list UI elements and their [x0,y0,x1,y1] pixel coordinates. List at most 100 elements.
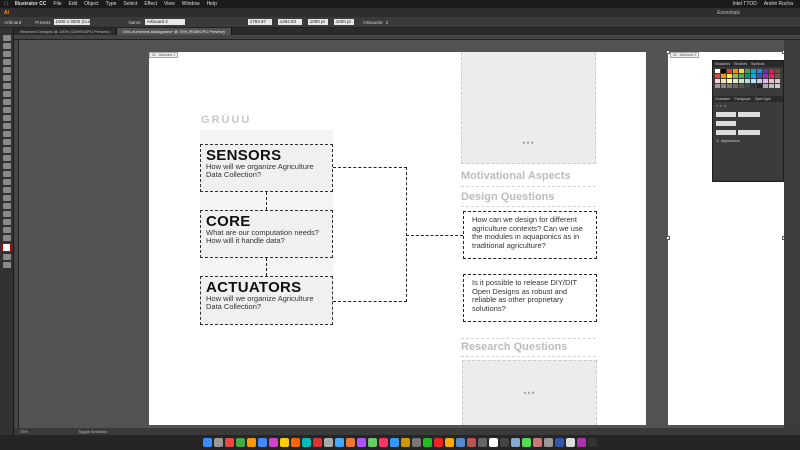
swatch[interactable] [769,69,774,73]
dock-app-icon[interactable] [522,438,531,447]
x-input[interactable]: 1793.97 pt [247,19,272,25]
rotate-tool[interactable] [2,115,11,121]
module-core[interactable]: CORE What are our computation needs? How… [200,210,333,258]
symbol-sprayer-tool[interactable] [2,195,11,201]
tab-opentype[interactable]: OpenType [753,96,773,102]
free-transform-tool[interactable] [2,139,11,145]
swatch[interactable] [739,79,744,83]
swatch[interactable] [775,74,780,78]
space-before-field[interactable] [716,130,736,135]
align-right-icon[interactable]: ≡ [724,104,726,108]
workspace-switcher[interactable]: Essentials [717,10,740,16]
question-card-2[interactable]: Is it possible to release DIY/DIT Open D… [463,274,597,322]
swatch[interactable] [715,84,720,88]
swatch[interactable] [715,74,720,78]
dock-app-icon[interactable] [291,438,300,447]
question-card-1[interactable]: How can we design for different agricult… [463,211,597,259]
column-graph-tool[interactable] [2,203,11,209]
swatch[interactable] [757,84,762,88]
dock-app-icon[interactable] [434,438,443,447]
swatch[interactable] [721,69,726,73]
dock-app-icon[interactable] [478,438,487,447]
swatch[interactable] [727,69,732,73]
dock-app-icon[interactable] [544,438,553,447]
swatch[interactable] [727,84,732,88]
swatch[interactable] [721,84,726,88]
swatch[interactable] [775,79,780,83]
dock-app-icon[interactable] [368,438,377,447]
menu-edit[interactable]: Edit [68,1,77,7]
drawing-modes-icon[interactable] [2,254,11,260]
gradient-tool[interactable] [2,171,11,177]
dock-app-icon[interactable] [236,438,245,447]
swatch[interactable] [751,84,756,88]
dock-app-icon[interactable] [258,438,267,447]
swatch[interactable] [745,74,750,78]
first-line-indent-field[interactable] [716,121,736,126]
swatch[interactable] [763,84,768,88]
line-tool[interactable] [2,75,11,81]
swatch[interactable] [733,79,738,83]
shape-builder-tool[interactable] [2,147,11,153]
swatch[interactable] [763,74,768,78]
swatch[interactable] [727,74,732,78]
menu-object[interactable]: Object [84,1,98,7]
dock-app-icon[interactable] [467,438,476,447]
swatch[interactable] [751,79,756,83]
artboard-2-label[interactable]: 02 - Artboard 2 [670,52,700,58]
dock-app-icon[interactable] [533,438,542,447]
placeholder-block-bottom[interactable]: ••• [462,360,597,425]
dock-app-icon[interactable] [346,438,355,447]
dock-app-icon[interactable] [357,438,366,447]
menu-select[interactable]: Select [123,1,137,7]
swatch[interactable] [745,84,750,88]
swatch[interactable] [733,84,738,88]
preset-select[interactable]: 1000 x 3000 (Custom) [53,19,90,25]
swatch[interactable] [757,74,762,78]
dock-app-icon[interactable] [423,438,432,447]
artboard-1-label[interactable]: 01 - Artboard 1 [149,52,179,58]
dock-app-icon[interactable] [247,438,256,447]
apple-icon[interactable]:  [4,1,8,7]
hyphenate-checkbox[interactable]: ☑ [716,139,719,143]
dock-app-icon[interactable] [566,438,575,447]
dock-app-icon[interactable] [401,438,410,447]
dock-app-icon[interactable] [269,438,278,447]
artboard-tool[interactable] [2,211,11,217]
left-indent-field[interactable] [716,112,736,117]
tab-paragraph[interactable]: Paragraph [732,96,752,102]
swatch[interactable] [739,74,744,78]
rectangle-tool[interactable] [2,83,11,89]
align-center-icon[interactable]: ≡ [720,104,722,108]
tab-research-designs[interactable]: Research Designs @ 100% (CMYK/GPU Previe… [14,28,117,35]
tab-swatches[interactable]: Swatches [713,61,732,67]
swatch[interactable] [763,69,768,73]
h-input[interactable]: 1000 pt [333,19,354,25]
swatch[interactable] [769,84,774,88]
swatch[interactable] [715,69,720,73]
dock-app-icon[interactable] [445,438,454,447]
slice-tool[interactable] [2,219,11,225]
swatch[interactable] [745,79,750,83]
menu-type[interactable]: Type [106,1,117,7]
perspective-grid-tool[interactable] [2,155,11,161]
swatch[interactable] [739,69,744,73]
dock-app-icon[interactable] [588,438,597,447]
scale-tool[interactable] [2,123,11,129]
menu-file[interactable]: File [53,1,61,7]
magic-wand-tool[interactable] [2,51,11,57]
eraser-tool[interactable] [2,107,11,113]
module-actuators[interactable]: ACTUATORS How will we organize Agricultu… [200,276,333,325]
swatch[interactable] [721,74,726,78]
user-name[interactable]: André Rocha [764,1,793,7]
dock-app-icon[interactable] [577,438,586,447]
width-tool[interactable] [2,131,11,137]
pencil-tool[interactable] [2,99,11,105]
tab-grid-of-interest[interactable]: Grid-of-Interest.ai/diagrams* @ 75% (RGB… [116,28,232,35]
dock-app-icon[interactable] [379,438,388,447]
menu-app[interactable]: Illustrator CC [15,1,47,7]
dock-app-icon[interactable] [412,438,421,447]
swatch[interactable] [769,74,774,78]
menu-help[interactable]: Help [207,1,217,7]
swatch[interactable] [751,74,756,78]
